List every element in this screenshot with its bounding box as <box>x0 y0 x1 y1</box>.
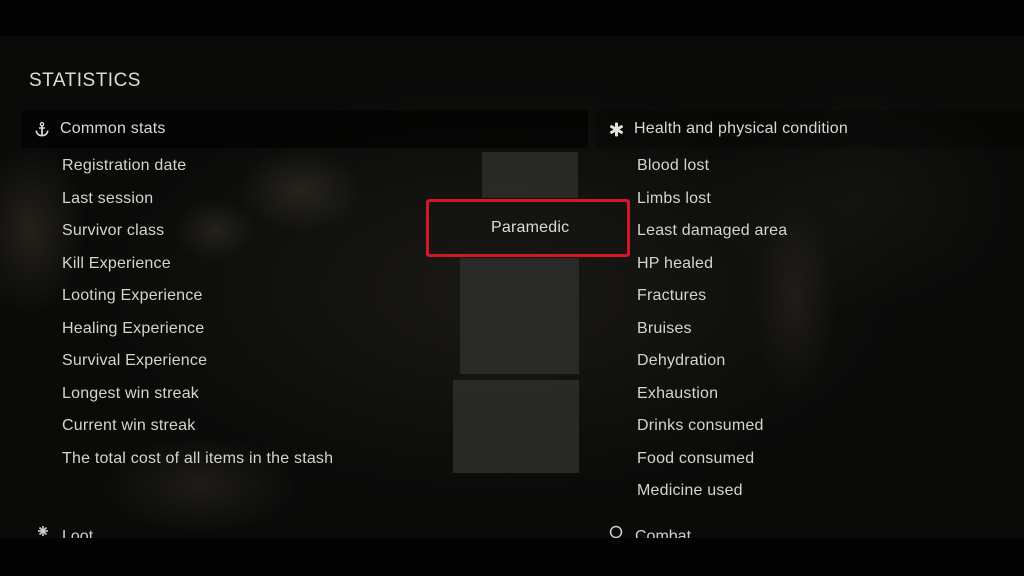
stat-label: The total cost of all items in the stash <box>62 449 334 467</box>
common-stats-header: Common stats <box>22 110 588 148</box>
common-stats-list: Registration date Last session Survivor … <box>62 150 333 475</box>
stat-label: Food consumed <box>637 449 755 467</box>
stat-label: Drinks consumed <box>637 417 764 434</box>
stat-label: Survival Experience <box>62 352 208 369</box>
lower-right-section-label: Combat <box>635 528 692 538</box>
statistics-screen: STATISTICS Common stats Health and physi <box>0 0 1024 576</box>
redacted-value-panel <box>482 152 578 198</box>
lower-left-section-header: Loot <box>36 524 93 538</box>
stat-label: Looting Experience <box>62 287 203 304</box>
stat-label: Bruises <box>637 319 692 337</box>
page-title: STATISTICS <box>29 70 141 91</box>
stat-label: Exhaustion <box>637 384 719 402</box>
survivor-class-value: Paramedic <box>491 219 570 236</box>
stat-label: Blood lost <box>637 157 710 174</box>
common-stats-header-label: Common stats <box>60 120 166 137</box>
anchor-icon <box>34 121 50 137</box>
lower-left-section-label: Loot <box>62 528 94 538</box>
stat-label: Least damaged area <box>637 222 788 239</box>
health-stats-header: Health and physical condition <box>596 110 1024 148</box>
redacted-value-panel <box>460 258 579 374</box>
section-icon <box>609 524 623 538</box>
stat-label: Current win streak <box>62 417 196 434</box>
stat-label: Limbs lost <box>637 189 712 207</box>
stat-label: Healing Experience <box>62 319 205 337</box>
stat-label: Medicine used <box>637 482 743 499</box>
stat-label: Survivor class <box>62 222 165 239</box>
top-letterbox-bar <box>0 0 1024 36</box>
section-icon <box>36 524 50 538</box>
stat-label: Registration date <box>62 157 187 174</box>
stat-label: Last session <box>62 189 154 207</box>
stat-label: HP healed <box>637 254 714 272</box>
bottom-letterbox-bar <box>0 538 1024 576</box>
health-stats-header-label: Health and physical condition <box>634 120 848 137</box>
stat-label: Kill Experience <box>62 254 171 272</box>
stat-label: Longest win streak <box>62 384 200 402</box>
health-stats-list: Blood lost Limbs lost Least damaged area… <box>637 150 787 508</box>
redacted-value-panel <box>453 380 579 473</box>
lower-right-section-header: Combat <box>609 524 691 538</box>
stat-label: Dehydration <box>637 352 726 369</box>
medical-cross-icon <box>608 121 624 137</box>
stat-label: Fractures <box>637 287 707 304</box>
